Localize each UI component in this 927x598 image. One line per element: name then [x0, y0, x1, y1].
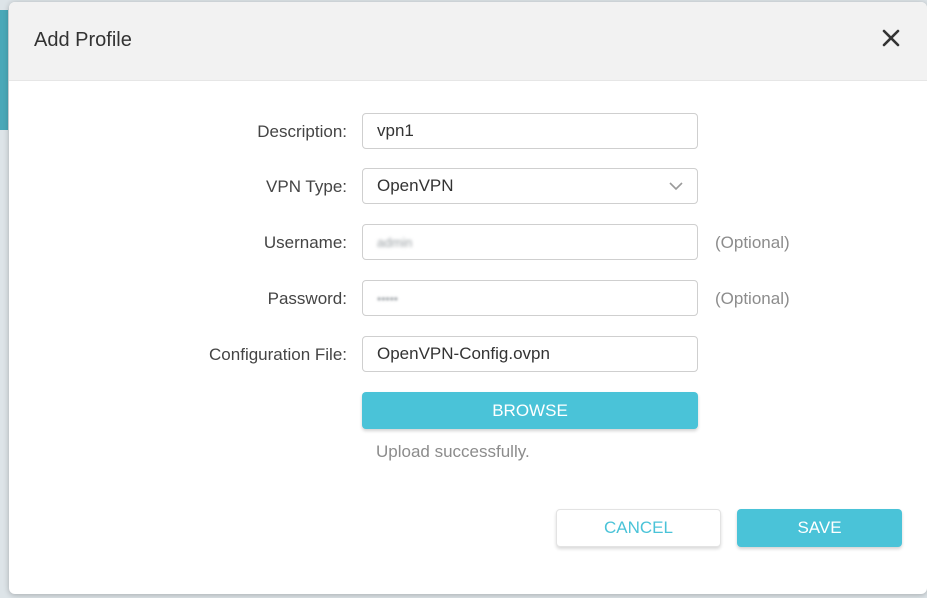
dialog-header: Add Profile [9, 2, 927, 81]
config-file-label: Configuration File: [209, 345, 347, 364]
close-icon [882, 29, 900, 47]
chevron-down-icon [669, 182, 683, 191]
add-profile-dialog: Add Profile Description: VPN Type: OpenV… [9, 2, 927, 594]
browse-button[interactable]: BROWSE [362, 392, 698, 429]
password-field[interactable]: ••••• [362, 280, 698, 316]
close-button[interactable] [879, 26, 903, 50]
vpn-type-row: VPN Type: OpenVPN [9, 168, 927, 206]
description-row: Description: [9, 113, 927, 151]
description-label: Description: [257, 122, 347, 141]
config-file-field[interactable] [362, 336, 698, 372]
config-file-row: Configuration File: [9, 336, 927, 374]
password-value: ••••• [377, 292, 399, 306]
save-button[interactable]: SAVE [737, 509, 902, 547]
background-accent [0, 10, 8, 130]
cancel-button[interactable]: CANCEL [556, 509, 721, 547]
username-label: Username: [263, 233, 347, 252]
password-row: Password: ••••• (Optional) [9, 280, 927, 318]
username-optional-hint: (Optional) [715, 233, 790, 252]
vpn-type-label: VPN Type: [266, 177, 347, 196]
vpn-type-value: OpenVPN [377, 176, 454, 195]
vpn-type-select[interactable]: OpenVPN [362, 168, 698, 204]
password-label: Password: [267, 289, 347, 308]
upload-status-text: Upload successfully. [376, 442, 530, 461]
description-field[interactable] [362, 113, 698, 149]
username-row: Username: admin (Optional) [9, 224, 927, 262]
username-value: admin [377, 235, 413, 250]
password-optional-hint: (Optional) [715, 289, 790, 308]
dialog-title: Add Profile [34, 29, 132, 51]
username-field[interactable]: admin [362, 224, 698, 260]
